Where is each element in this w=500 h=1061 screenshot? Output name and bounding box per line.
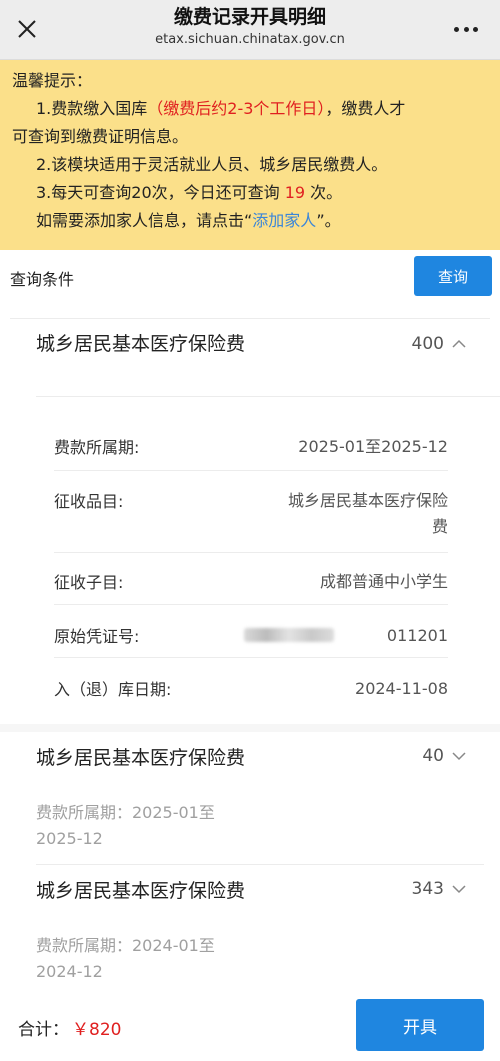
divider <box>54 604 448 605</box>
detail-row-item: 征收品目: 城乡居民基本医疗保险 费 <box>54 488 448 540</box>
notice-text: 3.每天可查询20次，今日还可查询 <box>36 183 285 202</box>
divider <box>10 318 490 319</box>
amount-value: 40 <box>422 746 444 766</box>
detail-label: 原始凭证号: <box>54 627 140 646</box>
notice-text: 1.费款缴入国库 <box>36 99 148 118</box>
record-title: 城乡居民基本医疗保险费 <box>36 880 246 902</box>
notice-line-4: 如需要添加家人信息，请点击“添加家人”。 <box>12 207 488 235</box>
top-bar: 缴费记录开具明细 etax.sichuan.chinatax.gov.cn <box>0 0 500 60</box>
query-conditions-label[interactable]: 查询条件 <box>10 266 74 290</box>
notice-highlight: （缴费后约2-3个工作日） <box>147 99 326 118</box>
redacted-voucher-number <box>244 628 334 642</box>
amount-value: 343 <box>411 879 444 899</box>
amount-value: 400 <box>411 334 444 354</box>
record-period: 费款所属期：2024-01至 2024-12 <box>36 933 256 985</box>
notice-line-3: 3.每天可查询20次，今日还可查询 19 次。 <box>12 179 488 207</box>
page-title: 缴费记录开具明细 <box>173 6 326 28</box>
section-gap <box>0 724 500 732</box>
detail-row-subitem: 征收子目: 成都普通中小学生 <box>54 569 448 595</box>
issue-button[interactable]: 开具 <box>356 999 484 1051</box>
detail-label: 征收品目: <box>54 492 124 511</box>
close-icon <box>18 20 36 38</box>
detail-value: 011201 <box>386 626 448 645</box>
record-title: 城乡居民基本医疗保险费 <box>36 333 246 355</box>
detail-value: 2025-01至2025-12 <box>298 437 448 456</box>
period-line: 2025-12 <box>36 829 103 848</box>
divider <box>36 864 484 865</box>
close-button[interactable] <box>12 14 42 44</box>
notice-line-2: 2.该模块适用于灵活就业人员、城乡居民缴费人。 <box>36 155 388 174</box>
record-period: 费款所属期：2025-01至 2025-12 <box>36 800 256 852</box>
chevron-down-icon[interactable] <box>452 749 466 763</box>
more-dot-icon <box>454 26 459 32</box>
detail-label: 入（退）库日期: <box>54 680 172 699</box>
notice-text: ，缴费人才 <box>325 99 406 118</box>
notice-text: 如需要添加家人信息，请点击“ <box>36 211 253 230</box>
detail-label: 征收子目: <box>54 573 124 592</box>
period-line: 费款所属期：2025-01至 <box>36 803 215 822</box>
notice-text: 次。 <box>305 183 343 202</box>
notice-line-1-cont: 可查询到缴费证明信息。 <box>12 127 189 146</box>
detail-value: 城乡居民基本医疗保险 费 <box>288 488 448 540</box>
record-amount: 400 <box>412 334 466 354</box>
remaining-query-count: 19 <box>284 183 306 202</box>
page-url: etax.sichuan.chinatax.gov.cn <box>155 32 345 47</box>
divider <box>54 657 448 658</box>
detail-value-line: 费 <box>431 517 448 536</box>
tips-notice: 温馨提示： 1.费款缴入国库（缴费后约2-3个工作日），缴费人才 可查询到缴费证… <box>0 60 500 250</box>
more-options-button[interactable] <box>448 14 484 44</box>
record-title: 城乡居民基本医疗保险费 <box>36 747 246 769</box>
record-amount: 343 <box>412 879 466 899</box>
more-dot-icon <box>463 26 469 32</box>
detail-row-period: 费款所属期: 2025-01至2025-12 <box>54 434 448 460</box>
period-line: 费款所属期：2024-01至 <box>36 936 215 955</box>
detail-label: 费款所属期: <box>54 438 140 457</box>
detail-value-line: 城乡居民基本医疗保险 <box>287 491 448 510</box>
add-family-link[interactable]: 添加家人 <box>252 211 316 230</box>
detail-row-voucher: 原始凭证号: 011201 <box>54 623 448 649</box>
detail-row-date: 入（退）库日期: 2024-11-08 <box>54 676 448 702</box>
detail-value: 成都普通中小学生 <box>319 572 448 591</box>
notice-line-1: 1.费款缴入国库（缴费后约2-3个工作日），缴费人才 <box>12 95 488 123</box>
chevron-up-icon[interactable] <box>452 337 466 351</box>
divider <box>54 470 448 471</box>
record-amount: 40 <box>422 746 466 766</box>
total-amount: ￥820 <box>72 1020 122 1040</box>
more-dot-icon <box>473 26 478 32</box>
divider <box>36 396 500 397</box>
period-line: 2024-12 <box>36 962 103 981</box>
query-button[interactable]: 查询 <box>414 256 492 296</box>
total-label: 合计： <box>18 1020 69 1040</box>
notice-text: ”。 <box>316 211 341 230</box>
chevron-down-icon[interactable] <box>452 882 466 896</box>
divider <box>54 552 448 553</box>
detail-value: 2024-11-08 <box>355 679 448 698</box>
notice-heading: 温馨提示： <box>12 71 93 90</box>
